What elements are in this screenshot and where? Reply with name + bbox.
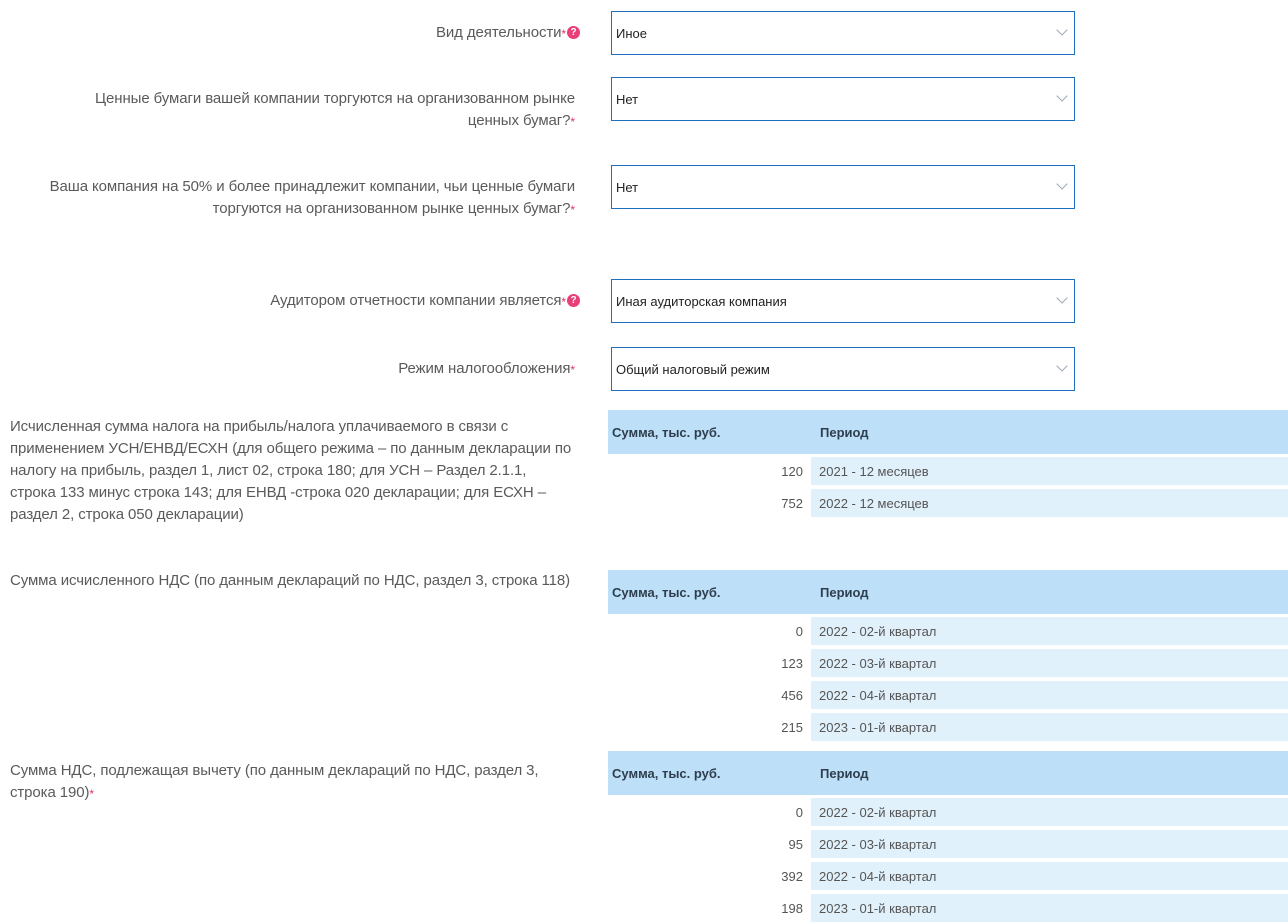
period-cell: 2022 - 04-й квартал: [811, 862, 1288, 890]
amount-cell: 215: [781, 719, 803, 735]
help-icon[interactable]: [567, 294, 580, 307]
column-period-header: Период: [820, 424, 869, 440]
period-cell: 2023 - 01-й квартал: [811, 713, 1288, 741]
amount-cell: 95: [788, 836, 803, 852]
column-amount-header: Сумма, тыс. руб.: [612, 584, 721, 600]
vat-deductible-label: Сумма НДС, подлежащая вычету (по данным …: [10, 762, 539, 801]
amount-cell: 0: [795, 623, 803, 639]
vat-calculated-label: Сумма исчисленного НДС (по данным деклар…: [10, 572, 571, 589]
field-label-tax-regime: Режим налогообложения*: [398, 360, 575, 377]
vat-calculated-table: Сумма, тыс. руб. Период 0 2022 - 02-й кв…: [608, 570, 1288, 742]
profit-tax-label: Исчисленная сумма налога на прибыль/нало…: [10, 418, 572, 523]
required-mark: *: [561, 27, 566, 41]
tax-regime-select[interactable]: Общий налоговый режим: [611, 347, 1075, 391]
period-cell: 2021 - 12 месяцев: [811, 457, 1288, 485]
field-label-auditor: Аудитором отчетности компании является*: [20, 290, 580, 312]
amount-cell: 752: [781, 495, 803, 511]
table-row: 120 2021 - 12 месяцев: [608, 456, 1288, 486]
table-header: Сумма, тыс. руб. Период: [608, 570, 1288, 614]
required-mark: *: [89, 787, 94, 801]
period-cell: 2022 - 03-й квартал: [811, 830, 1288, 858]
help-icon[interactable]: [567, 26, 580, 39]
table-row: 198 2023 - 01-й квартал: [608, 893, 1288, 923]
required-mark: *: [570, 115, 575, 129]
table-row: 215 2023 - 01-й квартал: [608, 712, 1288, 742]
vat-deductible-table: Сумма, тыс. руб. Период 0 2022 - 02-й кв…: [608, 751, 1288, 923]
required-mark: *: [561, 295, 566, 309]
column-period-header: Период: [820, 584, 869, 600]
parent-company-select[interactable]: Нет: [611, 165, 1075, 209]
field-label-securities: Ценные бумаги вашей компании торгуются н…: [95, 90, 575, 129]
table-header: Сумма, тыс. руб. Период: [608, 751, 1288, 795]
period-cell: 2023 - 01-й квартал: [811, 894, 1288, 922]
profit-tax-table: Сумма, тыс. руб. Период 120 2021 - 12 ме…: [608, 410, 1288, 518]
period-cell: 2022 - 02-й квартал: [811, 617, 1288, 645]
period-cell: 2022 - 03-й квартал: [811, 649, 1288, 677]
activity-select[interactable]: Иное: [611, 11, 1075, 55]
column-amount-header: Сумма, тыс. руб.: [612, 765, 721, 781]
securities-select[interactable]: Нет: [611, 77, 1075, 121]
column-amount-header: Сумма, тыс. руб.: [612, 424, 721, 440]
field-label-activity: Вид деятельности*: [20, 22, 580, 44]
table-header: Сумма, тыс. руб. Период: [608, 410, 1288, 454]
table-row: 0 2022 - 02-й квартал: [608, 616, 1288, 646]
amount-cell: 0: [795, 804, 803, 820]
table-row: 456 2022 - 04-й квартал: [608, 680, 1288, 710]
period-cell: 2022 - 04-й квартал: [811, 681, 1288, 709]
field-label-parent-company: Ваша компания на 50% и более принадлежит…: [49, 178, 575, 217]
period-cell: 2022 - 02-й квартал: [811, 798, 1288, 826]
period-cell: 2022 - 12 месяцев: [811, 489, 1288, 517]
required-mark: *: [570, 363, 575, 377]
auditor-select[interactable]: Иная аудиторская компания: [611, 279, 1075, 323]
amount-cell: 123: [781, 655, 803, 671]
table-row: 752 2022 - 12 месяцев: [608, 488, 1288, 518]
required-mark: *: [570, 203, 575, 217]
table-row: 392 2022 - 04-й квартал: [608, 861, 1288, 891]
amount-cell: 120: [781, 463, 803, 479]
amount-cell: 456: [781, 687, 803, 703]
amount-cell: 198: [781, 900, 803, 916]
table-row: 123 2022 - 03-й квартал: [608, 648, 1288, 678]
column-period-header: Период: [820, 765, 869, 781]
amount-cell: 392: [781, 868, 803, 884]
table-row: 0 2022 - 02-й квартал: [608, 797, 1288, 827]
table-row: 95 2022 - 03-й квартал: [608, 829, 1288, 859]
